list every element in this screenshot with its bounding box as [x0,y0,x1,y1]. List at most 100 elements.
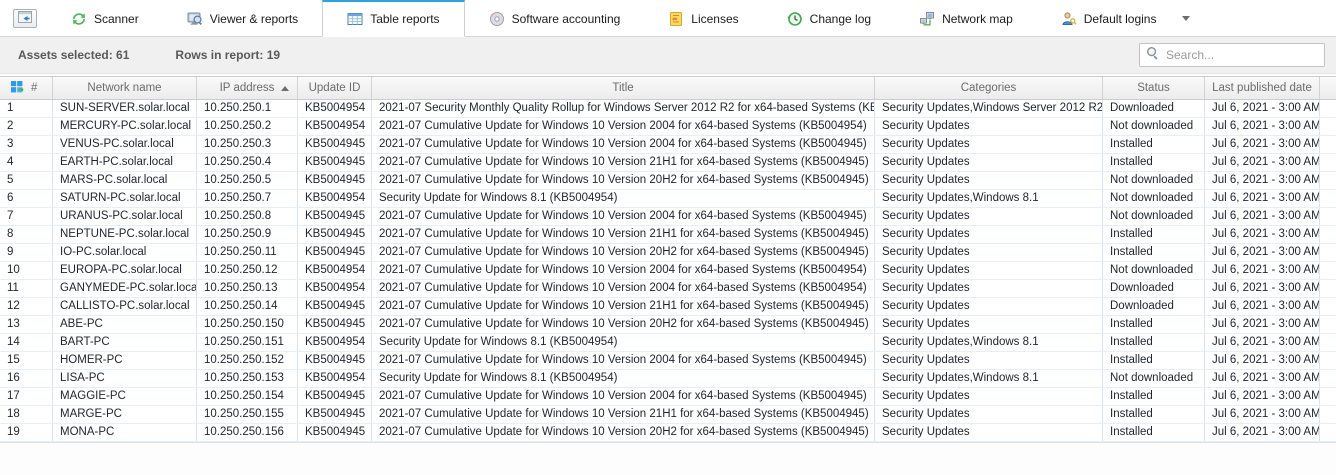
table-row[interactable]: 12 CALLISTO-PC.solar.local 10.250.250.14… [0,298,1336,316]
cell-network-name: SATURN-PC.solar.local [53,190,197,207]
search-box[interactable] [1139,43,1325,67]
cell-row-number: 16 [0,370,53,387]
cell-row-number: 10 [0,262,53,279]
cell-title: 2021-07 Cumulative Update for Windows 10… [372,316,875,333]
cell-filler [1320,190,1336,207]
cell-date: Jul 6, 2021 - 3:00 AM [1205,154,1320,171]
cell-date: Jul 6, 2021 - 3:00 AM [1205,118,1320,135]
cell-date: Jul 6, 2021 - 3:00 AM [1205,100,1320,117]
cell-filler [1320,316,1336,333]
cell-row-number: 11 [0,280,53,297]
tab-software-accounting[interactable]: Software accounting [465,0,645,36]
table-row[interactable]: 15 HOMER-PC 10.250.250.152 KB5004945 202… [0,352,1336,370]
cell-date: Jul 6, 2021 - 3:00 AM [1205,316,1320,333]
cell-update-id: KB5004954 [298,118,372,135]
table-row[interactable]: 5 MARS-PC.solar.local 10.250.250.5 KB500… [0,172,1336,190]
table-grid-icon [347,11,363,27]
cell-title: Security Update for Windows 8.1 (KB50049… [372,370,875,387]
table-row[interactable]: 14 BART-PC 10.250.250.151 KB5004954 Secu… [0,334,1336,352]
grid-refresh-icon [10,80,25,97]
column-header-network-name[interactable]: Network name [53,77,197,99]
cell-status: Installed [1103,352,1205,369]
tab-label: Change log [810,12,871,26]
column-header-title[interactable]: Title [372,77,875,99]
cell-status: Not downloaded [1103,190,1205,207]
column-header-last-published-date[interactable]: Last published date [1205,77,1320,99]
cell-status: Downloaded [1103,100,1205,117]
cell-row-number: 12 [0,298,53,315]
cell-ip-address: 10.250.250.12 [197,262,298,279]
table-row[interactable]: 13 ABE-PC 10.250.250.150 KB5004945 2021-… [0,316,1336,334]
tab-scanner[interactable]: Scanner [47,0,163,36]
cell-ip-address: 10.250.250.4 [197,154,298,171]
tab-change-log[interactable]: Change log [763,0,895,36]
license-document-icon [668,11,684,27]
column-header-ip-address[interactable]: IP address [197,77,298,99]
table-row[interactable]: 19 MONA-PC 10.250.250.156 KB5004945 2021… [0,424,1336,442]
tab-label: Table reports [370,12,439,26]
cell-row-number: 6 [0,190,53,207]
cell-title: 2021-07 Cumulative Update for Windows 10… [372,298,875,315]
column-header-number[interactable]: # [0,77,53,99]
cell-ip-address: 10.250.250.154 [197,388,298,405]
tab-viewer-reports[interactable]: Viewer & reports [163,0,322,36]
cell-ip-address: 10.250.250.150 [197,316,298,333]
table-row[interactable]: 6 SATURN-PC.solar.local 10.250.250.7 KB5… [0,190,1336,208]
tab-licenses[interactable]: Licenses [644,0,762,36]
cell-filler [1320,388,1336,405]
cell-row-number: 3 [0,136,53,153]
cell-date: Jul 6, 2021 - 3:00 AM [1205,208,1320,225]
panel-toggle-icon [18,10,32,28]
cell-status: Not downloaded [1103,208,1205,225]
table-row[interactable]: 1 SUN-SERVER.solar.local 10.250.250.1 KB… [0,100,1336,118]
cell-update-id: KB5004945 [298,172,372,189]
cell-ip-address: 10.250.250.152 [197,352,298,369]
cell-title: 2021-07 Cumulative Update for Windows 10… [372,388,875,405]
cell-status: Installed [1103,388,1205,405]
tab-table-reports[interactable]: Table reports [322,0,464,37]
table-row[interactable]: 9 IO-PC.solar.local 10.250.250.11 KB5004… [0,244,1336,262]
cell-ip-address: 10.250.250.156 [197,424,298,441]
cell-date: Jul 6, 2021 - 3:00 AM [1205,190,1320,207]
cell-categories: Security Updates,Windows 8.1 [875,190,1103,207]
search-input[interactable] [1166,48,1321,62]
cell-row-number: 8 [0,226,53,243]
tab-network-map[interactable]: Network map [895,0,1037,36]
tab-default-logins[interactable]: Default logins [1037,0,1181,36]
cell-date: Jul 6, 2021 - 3:00 AM [1205,136,1320,153]
table-row[interactable]: 8 NEPTUNE-PC.solar.local 10.250.250.9 KB… [0,226,1336,244]
cell-status: Installed [1103,316,1205,333]
cell-network-name: SUN-SERVER.solar.local [53,100,197,117]
cell-network-name: LISA-PC [53,370,197,387]
table-row[interactable]: 10 EUROPA-PC.solar.local 10.250.250.12 K… [0,262,1336,280]
user-key-icon [1061,11,1077,27]
default-logins-dropdown[interactable] [1180,0,1204,36]
column-header-filler [1320,77,1336,99]
column-label: Title [612,82,633,94]
table-row[interactable]: 18 MARGE-PC 10.250.250.155 KB5004945 202… [0,406,1336,424]
cell-ip-address: 10.250.250.11 [197,244,298,261]
cell-filler [1320,262,1336,279]
cell-row-number: 5 [0,172,53,189]
column-header-update-id[interactable]: Update ID [298,77,372,99]
table-row[interactable]: 7 URANUS-PC.solar.local 10.250.250.8 KB5… [0,208,1336,226]
cell-status: Installed [1103,406,1205,423]
table-row[interactable]: 3 VENUS-PC.solar.local 10.250.250.3 KB50… [0,136,1336,154]
cell-filler [1320,280,1336,297]
cell-categories: Security Updates,Windows Server 2012 R2 [875,100,1103,117]
table-row[interactable]: 17 MAGGIE-PC 10.250.250.154 KB5004945 20… [0,388,1336,406]
panel-toggle-button[interactable] [13,9,37,28]
column-header-categories[interactable]: Categories [875,77,1103,99]
column-header-status[interactable]: Status [1103,77,1205,99]
column-label: Update ID [309,82,361,94]
cell-filler [1320,136,1336,153]
cell-categories: Security Updates,Windows 8.1 [875,334,1103,351]
cell-update-id: KB5004954 [298,100,372,117]
cell-row-number: 2 [0,118,53,135]
column-label: Last published date [1212,82,1312,94]
table-row[interactable]: 11 GANYMEDE-PC.solar.local 10.250.250.13… [0,280,1336,298]
table-row[interactable]: 16 LISA-PC 10.250.250.153 KB5004954 Secu… [0,370,1336,388]
table-row[interactable]: 4 EARTH-PC.solar.local 10.250.250.4 KB50… [0,154,1336,172]
table-row[interactable]: 2 MERCURY-PC.solar.local 10.250.250.2 KB… [0,118,1336,136]
cell-filler [1320,154,1336,171]
